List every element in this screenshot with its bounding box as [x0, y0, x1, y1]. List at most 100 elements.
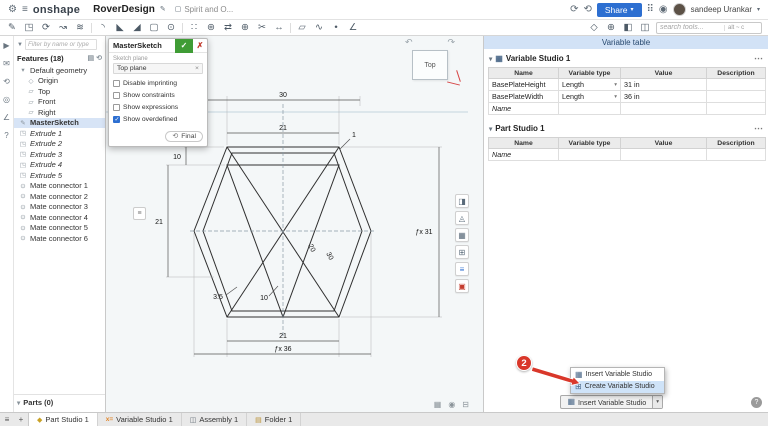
new-variable-name-cell[interactable]: Name [489, 103, 559, 115]
confirm-button[interactable]: ✓ [175, 39, 193, 53]
onshape-logo[interactable]: onshape [33, 4, 80, 16]
hole-icon[interactable]: ⊙ [165, 22, 177, 33]
dimension-label[interactable]: 1 [352, 132, 356, 139]
settings-gear-icon[interactable]: ⚙ [8, 5, 17, 15]
plane-icon[interactable]: ▱ [296, 22, 308, 33]
checkbox-icon[interactable] [113, 92, 120, 99]
measure-icon[interactable]: ∠ [3, 113, 10, 122]
document-title[interactable]: RoverDesign [93, 4, 155, 15]
dimension-label[interactable]: 21 [155, 219, 163, 226]
split-icon[interactable]: ✂ [256, 22, 268, 33]
parts-section[interactable]: ▾ Parts (0) [14, 394, 105, 409]
tab-variable-studio-1[interactable]: x= Variable Studio 1 [98, 413, 182, 426]
dimension-label[interactable]: 30 [324, 251, 334, 261]
tree-item-mate-connector-1[interactable]: ⊙Mate connector 1 [14, 181, 105, 192]
cursor-select-icon[interactable]: ▶ [3, 41, 9, 50]
isolate-icon[interactable]: ◬ [455, 211, 469, 225]
search-tools-input[interactable] [660, 24, 722, 31]
loft-icon[interactable]: ≋ [74, 22, 86, 33]
extrude-icon[interactable]: ◳ [23, 22, 35, 33]
section-variable-studio-1[interactable]: ▾ ▦ Variable Studio 1 ⋯ [484, 49, 768, 66]
user-caret-icon[interactable]: ▾ [757, 7, 760, 13]
search-tools-box[interactable]: alt ~ c [656, 22, 762, 34]
share-button[interactable]: Share ▾ [597, 3, 642, 17]
help-icon[interactable]: ? [4, 131, 8, 140]
tree-item-front-plane[interactable]: ▱ Front [14, 97, 105, 108]
tree-item-right-plane[interactable]: ▱ Right [14, 107, 105, 118]
variable-description-cell[interactable] [707, 79, 766, 91]
column-header[interactable]: Value [621, 68, 707, 79]
tree-item-top-plane[interactable]: ▱ Top [14, 86, 105, 97]
variable-value-cell[interactable]: 31 in [621, 79, 707, 91]
tree-item-extrude-5[interactable]: ◳Extrude 5 [14, 170, 105, 181]
new-variable-name-cell[interactable]: Name [489, 149, 559, 161]
avatar[interactable] [673, 3, 686, 16]
dimension-label[interactable]: 20 [306, 243, 316, 253]
type-dropdown-icon[interactable]: ▾ [614, 82, 617, 88]
main-menu-icon[interactable]: ≡ [22, 5, 28, 15]
dimension-label[interactable]: 21 [279, 333, 287, 340]
variable-name-cell[interactable]: BasePlateHeight [489, 79, 559, 91]
menu-item-insert-variable-studio[interactable]: ▦ Insert Variable Studio [571, 368, 664, 381]
chevron-down-icon[interactable]: ▾ [489, 125, 492, 133]
insert-variable-studio-dropdown[interactable]: ▾ [652, 396, 662, 408]
sync-status-icon[interactable]: ⟳ [570, 5, 578, 15]
tree-item-mate-connector-3[interactable]: ⊙Mate connector 3 [14, 202, 105, 213]
option-show-expressions[interactable]: Show expressions [109, 101, 207, 113]
column-header[interactable]: Value [621, 138, 707, 149]
draft-icon[interactable]: ◢ [131, 22, 143, 33]
transform-icon[interactable]: ↔ [273, 22, 285, 33]
record-icon[interactable]: ◉ [448, 400, 455, 409]
brace-triangle[interactable] [227, 165, 339, 317]
rotate-right-icon[interactable]: ↷ [447, 37, 455, 48]
tree-item-mate-connector-2[interactable]: ⊙Mate connector 2 [14, 191, 105, 202]
option-show-constraints[interactable]: Show constraints [109, 89, 207, 101]
column-header[interactable]: Name [489, 138, 559, 149]
view-settings-icon[interactable]: ▦ [434, 400, 442, 409]
tab-part-studio-1[interactable]: ◆ Part Studio 1 [28, 413, 98, 426]
tree-item-extrude-2[interactable]: ◳Extrude 2 [14, 139, 105, 150]
variable-value-cell[interactable]: 36 in [621, 91, 707, 103]
sketch-icon[interactable]: ✎ [6, 22, 18, 33]
remove-plane-icon[interactable]: × [195, 65, 199, 72]
display-mode-icon[interactable]: ◫ [639, 22, 651, 33]
option-show-overdefined[interactable]: Show overdefined [109, 113, 207, 125]
revolve-icon[interactable]: ⟳ [40, 22, 52, 33]
view-cube[interactable]: Top [412, 50, 448, 80]
filter-funnel-icon[interactable]: ▼ [17, 42, 23, 48]
print-icon[interactable]: ⊟ [462, 400, 469, 409]
dimension-label[interactable]: 10 [173, 154, 181, 161]
sweep-icon[interactable]: ↝ [57, 22, 69, 33]
chevron-down-icon[interactable]: ▾ [489, 55, 492, 63]
follow-mode-icon[interactable]: ◎ [3, 95, 10, 104]
insert-variable-studio-button[interactable]: ▦ Insert Variable Studio [561, 396, 652, 408]
checkbox-icon[interactable] [113, 80, 120, 87]
notifications-icon[interactable]: ◉ [659, 5, 668, 15]
checkbox-icon[interactable] [113, 104, 120, 111]
variable-type-cell[interactable]: Length▾ [559, 79, 621, 91]
variable-value-cell[interactable] [621, 103, 707, 115]
variable-type-cell[interactable]: Length▾ [559, 91, 621, 103]
column-header[interactable]: Description [707, 138, 766, 149]
chevron-down-icon[interactable]: ▾ [19, 66, 27, 74]
tree-item-mate-connector-4[interactable]: ⊙Mate connector 4 [14, 212, 105, 223]
display-options-icon[interactable]: ◨ [455, 194, 469, 208]
measure-icon[interactable]: ∠ [347, 22, 359, 33]
tree-item-mastersketch[interactable]: ✎ MasterSketch [14, 118, 105, 129]
mirror-icon[interactable]: ⇄ [222, 22, 234, 33]
panel-help-icon[interactable]: ? [751, 397, 762, 408]
section-view-icon[interactable]: ◧ [622, 22, 634, 33]
dimension-label[interactable]: 10 [260, 295, 268, 302]
user-name[interactable]: sandeep Urankar [691, 5, 752, 14]
zoom-icon[interactable]: ⊕ [605, 22, 617, 33]
chamfer-icon[interactable]: ◣ [114, 22, 126, 33]
menu-item-create-variable-studio[interactable]: ⊞ Create Variable Studio [571, 381, 664, 394]
sketch-plane-chip[interactable]: Top plane × [113, 63, 203, 74]
option-disable-imprinting[interactable]: Disable imprinting [109, 77, 207, 89]
tree-item-mate-connector-5[interactable]: ⊙Mate connector 5 [14, 223, 105, 234]
section-part-studio-1[interactable]: ▾ Part Studio 1 ⋯ [484, 119, 768, 136]
circular-pattern-icon[interactable]: ⊛ [205, 22, 217, 33]
rename-document-icon[interactable]: ✎ [160, 6, 166, 13]
chevron-down-icon[interactable]: ▾ [17, 399, 20, 407]
variable-description-cell[interactable] [707, 149, 766, 161]
